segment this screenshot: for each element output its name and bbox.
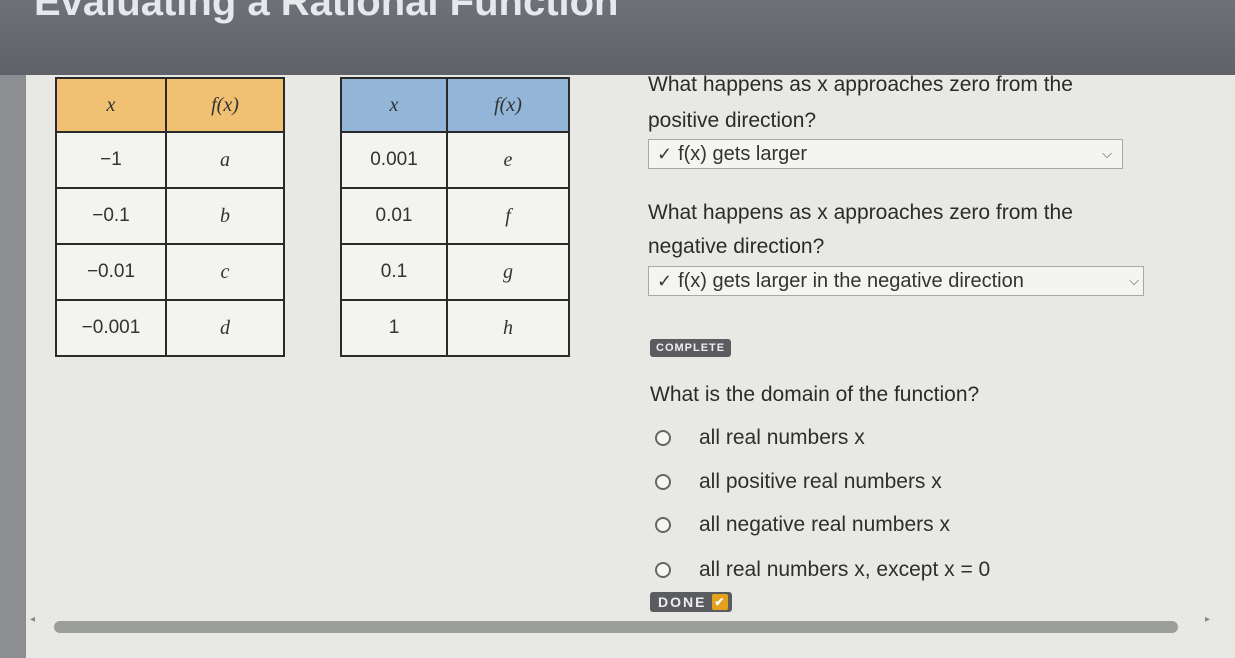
done-button[interactable]: DONE ✔ <box>650 592 733 612</box>
checkmark-icon: ✔ <box>712 594 729 610</box>
horizontal-scrollbar[interactable] <box>54 621 1178 633</box>
table-cell-fx: a <box>165 131 285 189</box>
table-cell-x: 0.001 <box>340 131 448 189</box>
table-cell-x: −1 <box>55 131 167 189</box>
question2-answer: f(x) gets larger in the negative directi… <box>678 269 1024 292</box>
table-cell-fx: d <box>165 299 285 357</box>
table-positive-x: x f(x) 0.001 e 0.01 f 0.1 g 1 h <box>340 77 570 357</box>
domain-option[interactable]: all real numbers x, except x = 0 <box>655 558 990 582</box>
table-cell-x: 1 <box>340 299 448 357</box>
option-label: all real numbers x, except x = 0 <box>699 558 991 581</box>
page-title: Evaluating a Rational Function <box>34 0 619 24</box>
table-cell-fx: b <box>165 187 285 245</box>
table-cell-fx: g <box>446 243 570 301</box>
domain-option[interactable]: all negative real numbers x <box>655 513 950 537</box>
question1-answer-dropdown[interactable]: ✓ f(x) gets larger ⌵ <box>648 139 1123 169</box>
table-header-x: x <box>340 77 448 133</box>
scroll-left-icon[interactable]: ◂ <box>30 614 35 625</box>
check-icon: ✓ <box>657 270 673 291</box>
page-header: Evaluating a Rational Function <box>0 0 1235 75</box>
table-cell-x: 0.01 <box>340 187 448 245</box>
table-cell-x: −0.001 <box>55 299 167 357</box>
question1-line2: positive direction? <box>648 109 817 132</box>
chevron-down-icon: ⌵ <box>1102 146 1112 161</box>
table-header-fx: f(x) <box>446 77 570 133</box>
option-label: all positive real numbers x <box>699 470 942 493</box>
domain-option[interactable]: all real numbers x <box>655 426 865 450</box>
table-cell-x: −0.1 <box>55 187 167 245</box>
table-cell-x: −0.01 <box>55 243 167 301</box>
radio-button[interactable] <box>655 474 671 490</box>
question2-line1: What happens as x approaches zero from t… <box>648 201 1073 224</box>
table-cell-fx: h <box>446 299 570 357</box>
option-label: all negative real numbers x <box>699 513 950 536</box>
table-cell-fx: f <box>446 187 570 245</box>
radio-button[interactable] <box>655 517 671 533</box>
radio-button[interactable] <box>655 562 671 578</box>
table-negative-x: x f(x) −1 a −0.1 b −0.01 c −0.001 d <box>55 77 285 357</box>
left-edge <box>0 75 26 658</box>
chevron-down-icon: ⌵ <box>1129 273 1139 288</box>
question2-line2: negative direction? <box>648 235 825 258</box>
table-cell-fx: e <box>446 131 570 189</box>
question1-answer: f(x) gets larger <box>678 142 808 165</box>
done-label: DONE <box>658 594 707 610</box>
complete-badge: COMPLETE <box>650 339 732 357</box>
option-label: all real numbers x <box>699 426 865 449</box>
table-cell-fx: c <box>165 243 285 301</box>
domain-option[interactable]: all positive real numbers x <box>655 470 942 494</box>
question1-line1: What happens as x approaches zero from t… <box>648 73 1073 96</box>
table-header-x: x <box>55 77 167 133</box>
table-cell-x: 0.1 <box>340 243 448 301</box>
question2-answer-dropdown[interactable]: ✓ f(x) gets larger in the negative direc… <box>648 266 1144 296</box>
table-header-fx: f(x) <box>165 77 285 133</box>
question3-text: What is the domain of the function? <box>650 383 980 406</box>
check-icon: ✓ <box>657 143 673 164</box>
radio-button[interactable] <box>655 430 671 446</box>
scroll-right-icon[interactable]: ▸ <box>1205 614 1210 625</box>
